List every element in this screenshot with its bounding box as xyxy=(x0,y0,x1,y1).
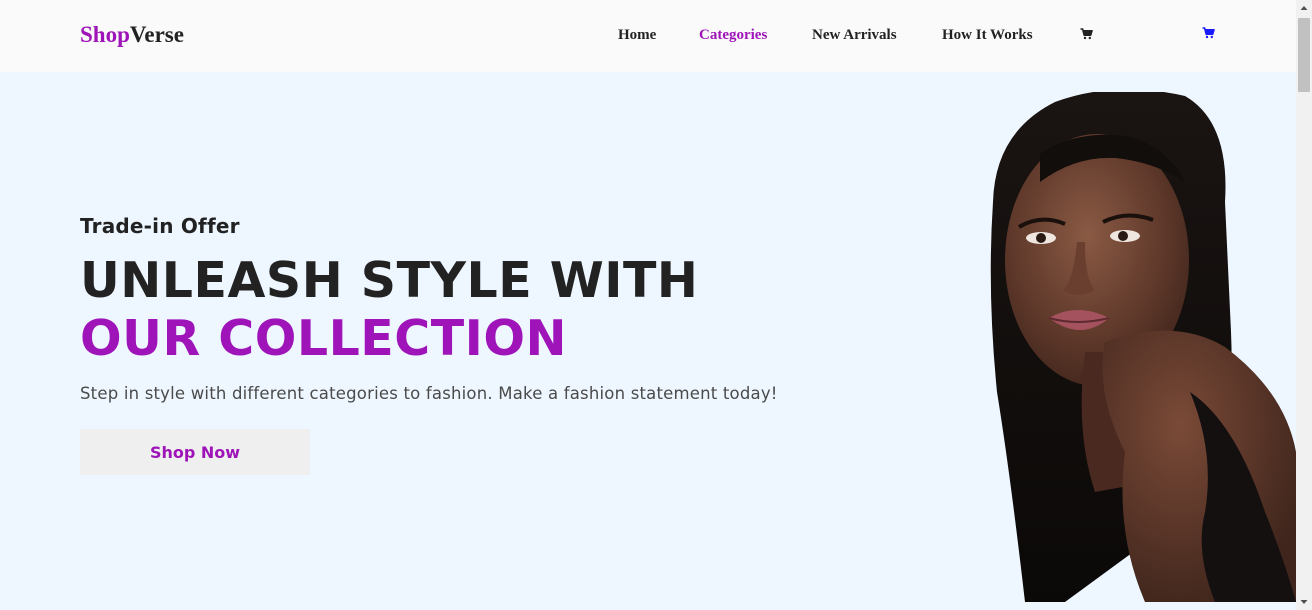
hero-model-image xyxy=(985,92,1296,602)
nav-categories[interactable]: Categories xyxy=(699,27,767,44)
brand-logo-second: Verse xyxy=(129,22,184,47)
cart-icon[interactable] xyxy=(1080,28,1093,40)
navbar: ShopVerse Home Categories New Arrivals H… xyxy=(0,0,1296,72)
nav-new-arrivals[interactable]: New Arrivals xyxy=(812,27,897,44)
shop-now-button[interactable]: Shop Now xyxy=(80,429,310,475)
hero-headline: UNLEASH STYLE WITH OUR COLLECTION xyxy=(80,252,840,368)
hero-headline-line1: UNLEASH STYLE WITH xyxy=(80,252,699,309)
scrollbar[interactable] xyxy=(1296,0,1312,610)
brand-logo[interactable]: ShopVerse xyxy=(80,22,184,48)
scroll-up-arrow-icon[interactable] xyxy=(1296,0,1312,16)
hero-text: Trade-in Offer UNLEASH STYLE WITH OUR CO… xyxy=(80,214,840,403)
nav-how-it-works[interactable]: How It Works xyxy=(942,27,1033,44)
hero-tagline: Step in style with different categories … xyxy=(80,384,778,403)
brand-logo-first: Shop xyxy=(80,22,130,47)
cart-icon[interactable] xyxy=(1202,27,1215,39)
scroll-thumb[interactable] xyxy=(1298,18,1310,92)
hero-headline-line2: OUR COLLECTION xyxy=(80,310,568,367)
scroll-down-arrow-icon[interactable] xyxy=(1296,594,1312,610)
hero-eyebrow: Trade-in Offer xyxy=(80,214,240,238)
nav-home[interactable]: Home xyxy=(618,27,656,44)
